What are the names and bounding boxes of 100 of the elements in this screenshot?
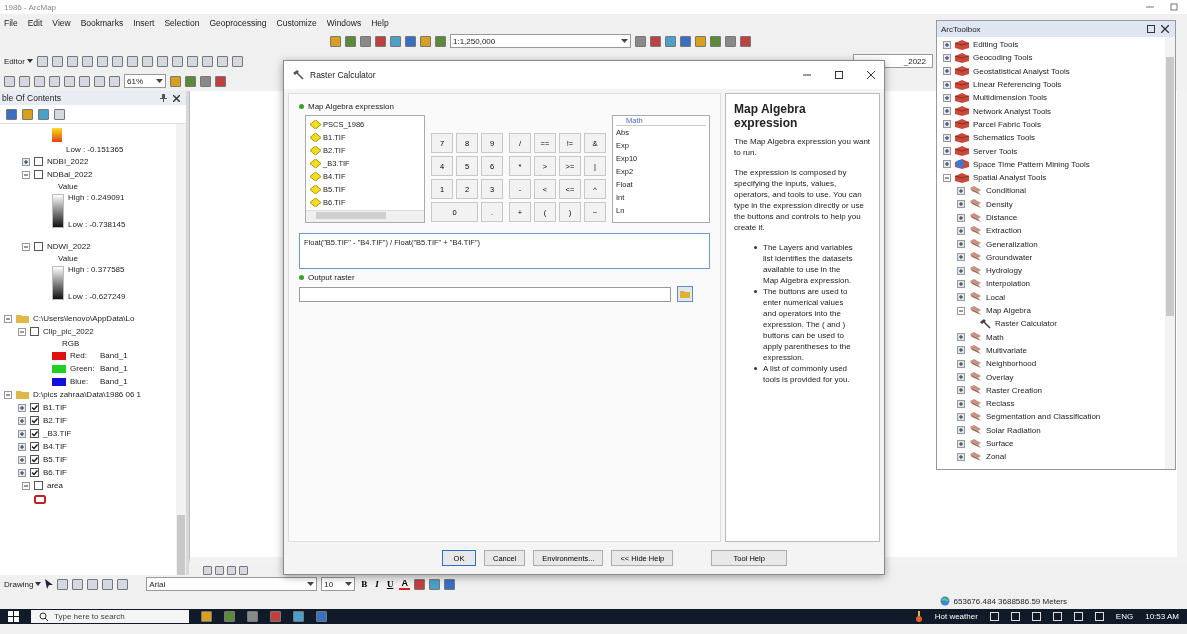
expand-toggle[interactable] [943,173,951,182]
tool-icon[interactable] [66,55,78,67]
expand-toggle[interactable] [957,266,965,275]
tool-icon[interactable] [49,75,60,87]
tool-icon[interactable] [6,108,17,120]
tool-icon[interactable] [710,35,721,47]
expand-toggle[interactable] [957,439,965,448]
tray-icon[interactable] [1073,612,1083,621]
tool-icon[interactable] [4,75,15,87]
layer-name[interactable]: B4.TIF [43,442,67,451]
layer-name[interactable]: NDBI_2022 [47,157,89,166]
toolbox-item[interactable]: Parcel Fabric Tools [973,119,1041,129]
checkbox[interactable] [30,327,39,336]
toolbox-item[interactable]: Map Algebra [986,306,1031,316]
toolbox-item[interactable]: Spatial Analyst Tools [973,173,1047,183]
maximize-icon[interactable] [834,70,844,80]
layer-name[interactable]: B1.TIF [43,403,67,412]
tool-icon[interactable] [87,578,99,590]
tool-icon[interactable] [635,35,646,47]
layer-name[interactable]: Clip_pic_2022 [43,327,94,336]
weather-text[interactable]: Hot weather [934,612,978,621]
tool-icon[interactable] [171,55,183,67]
toolbox-item[interactable]: Editing Tools [973,40,1019,50]
expand-toggle[interactable] [957,306,965,315]
tool-icon[interactable] [725,35,736,47]
scale-field[interactable]: 1:1,250,000 [450,34,631,48]
tool-icon[interactable] [200,75,211,87]
toolbox-item[interactable]: Surface [986,439,1014,449]
expand-toggle[interactable] [957,280,965,288]
checkbox[interactable] [34,170,43,179]
tool-icon[interactable] [34,75,45,87]
toolbox-item[interactable]: Groundwater [986,252,1033,262]
tool-icon[interactable] [695,35,706,47]
expand-toggle[interactable] [943,80,951,89]
scrollbar-thumb[interactable] [1166,57,1174,317]
caret-icon[interactable] [26,59,33,63]
tool-icon[interactable] [740,35,751,47]
expand-toggle[interactable] [943,40,951,49]
expand-toggle[interactable] [957,293,965,302]
tool-icon[interactable] [650,35,661,47]
tool-icon[interactable] [156,55,168,67]
expand-toggle[interactable] [957,426,965,435]
format-button[interactable]: B [359,579,370,589]
tray-icon[interactable] [1094,612,1104,621]
menu-item[interactable]: Selection [164,17,200,28]
toolbox-item[interactable]: Space Time Pattern Mining Tools [973,159,1090,169]
caret-icon[interactable] [156,78,163,84]
layer-name[interactable]: C:\Users\lenovo\AppData\Lo [33,314,135,323]
checkbox[interactable] [30,468,39,477]
toolbox-item[interactable]: Raster Creation [986,385,1043,395]
menu-item[interactable]: Customize [276,17,317,28]
expand-toggle[interactable] [943,120,951,129]
tool-icon[interactable] [665,35,676,47]
pin-icon[interactable] [160,94,167,102]
expand-toggle[interactable] [957,240,965,249]
tool-icon[interactable] [141,55,153,67]
toolbox-item[interactable]: Zonal [986,452,1006,462]
toolbox-item[interactable]: Multidimension Tools [973,93,1048,103]
tool-icon[interactable] [185,75,196,87]
scrollbar-thumb[interactable] [177,515,185,575]
tool-icon[interactable] [94,75,105,87]
layer-name[interactable]: B6.TIF [43,468,67,477]
tool-icon[interactable] [36,55,48,67]
expand-toggle[interactable] [943,93,951,102]
tray-icon[interactable] [1052,612,1062,621]
menu-item[interactable]: Edit [27,17,43,28]
toolbox-item[interactable]: Server Tools [973,146,1018,156]
expand-toggle[interactable] [18,455,26,464]
layer-name[interactable]: area [47,481,63,490]
checkbox[interactable] [30,455,39,464]
toolbox-item[interactable]: Multivariate [986,345,1027,355]
expand-toggle[interactable] [4,314,12,323]
tool-icon[interactable] [57,578,69,590]
toolbox-item[interactable]: Solar Radiation [986,425,1041,435]
expand-toggle[interactable] [957,213,965,222]
tool-icon[interactable] [19,75,30,87]
expand-toggle[interactable] [18,327,26,336]
layer-name[interactable]: NDBal_2022 [47,170,93,179]
tool-icon[interactable] [96,55,108,67]
tool-icon[interactable] [360,35,371,47]
format-button[interactable]: I [373,579,381,589]
tool-icon[interactable] [405,35,416,47]
drawing-menu[interactable]: Drawing [4,579,34,589]
expand-toggle[interactable] [957,200,965,209]
tray-icon[interactable] [1031,612,1041,621]
menu-item[interactable]: File [4,17,18,28]
checkbox[interactable] [30,442,39,451]
tool-icon[interactable] [126,55,138,67]
toolbox-item[interactable]: Network Analyst Tools [973,106,1052,116]
expand-toggle[interactable] [957,452,965,461]
tool-icon[interactable] [390,35,401,47]
taskbar-app-icon[interactable] [201,611,212,622]
caret-icon[interactable] [307,581,315,587]
taskbar-search-field[interactable]: Type here to search [31,610,189,623]
expand-toggle[interactable] [18,468,26,477]
folder-icon[interactable] [677,286,693,302]
menu-item[interactable]: View [52,17,71,28]
toolbox-item[interactable]: Neighborhood [986,359,1037,369]
tool-icon[interactable] [72,578,84,590]
tool-icon[interactable] [680,35,691,47]
